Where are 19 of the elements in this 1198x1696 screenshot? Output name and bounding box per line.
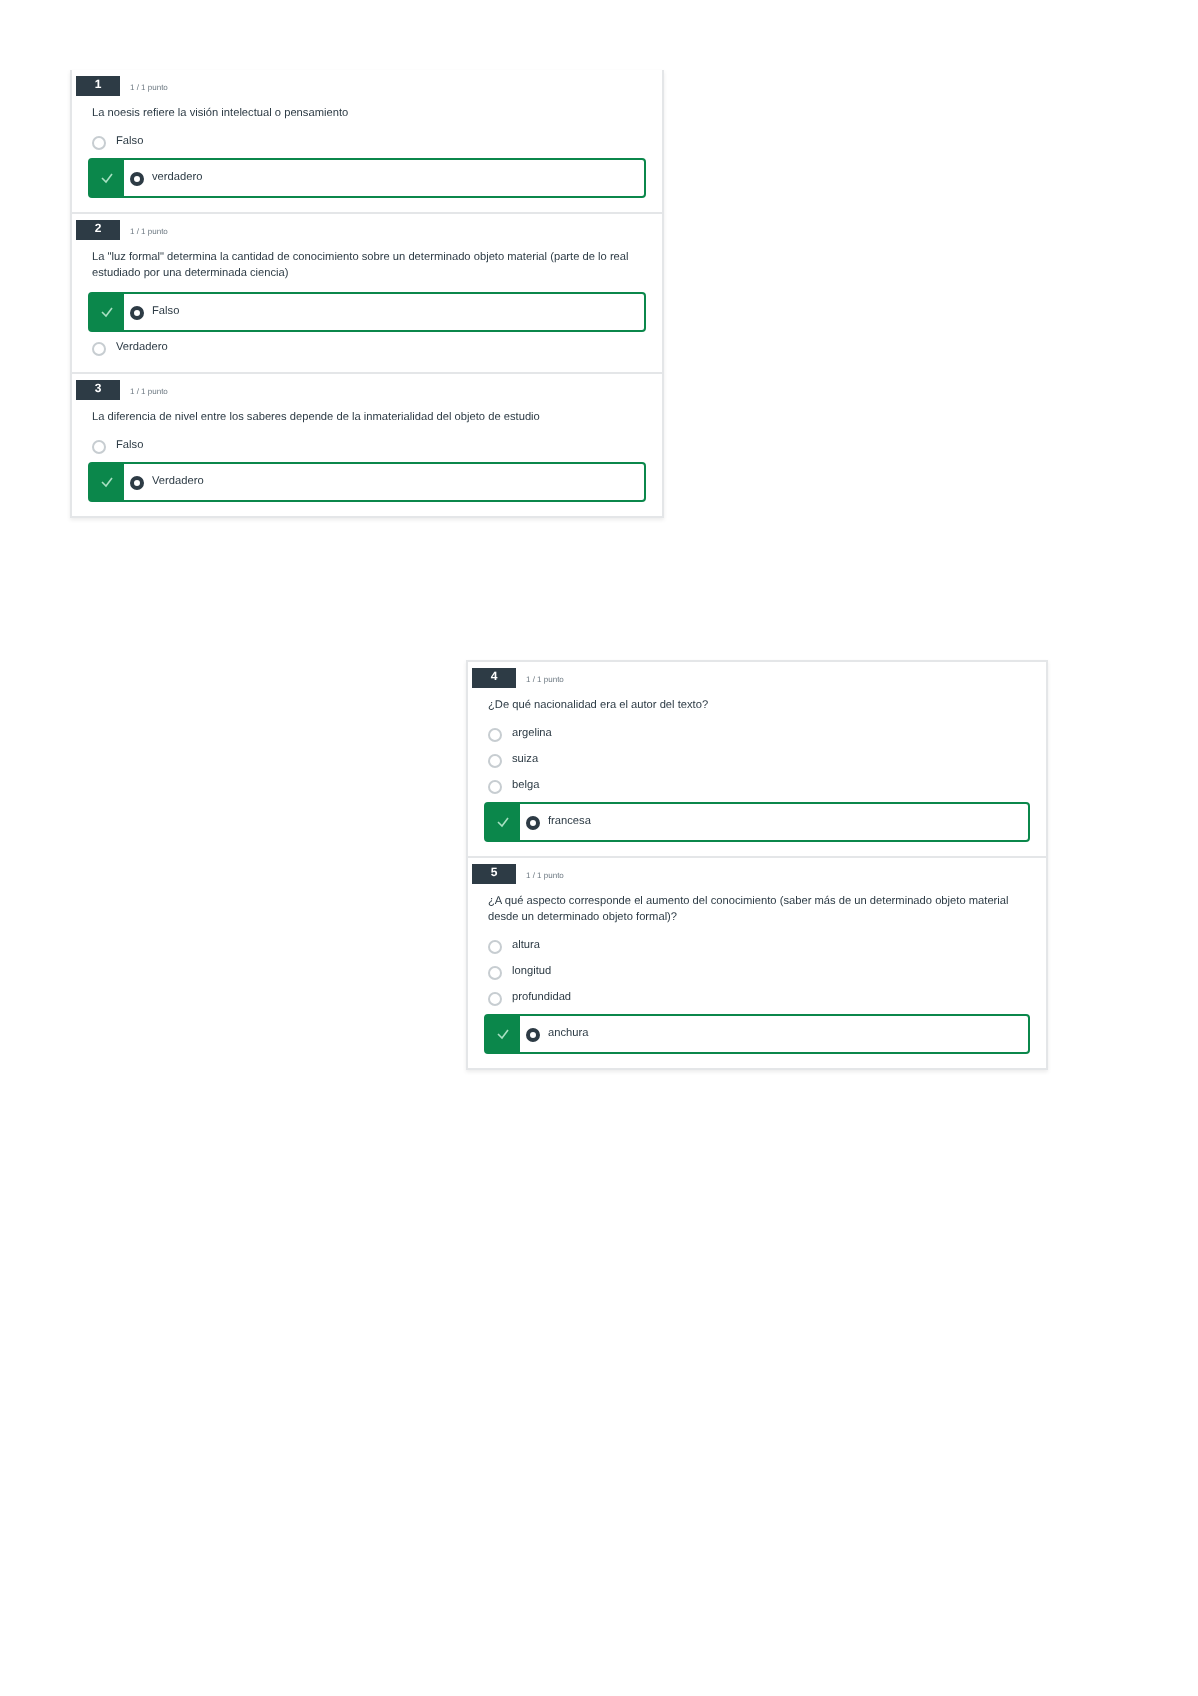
radio-selected-icon[interactable]	[526, 1027, 540, 1041]
radio-selected-icon[interactable]	[130, 305, 144, 319]
radio-button[interactable]	[92, 341, 106, 355]
radio-button[interactable]	[488, 753, 502, 767]
radio-selected-icon[interactable]	[130, 171, 144, 185]
radio-button[interactable]	[488, 965, 502, 979]
radio-selected-icon[interactable]	[526, 815, 540, 829]
correct-check-icon	[90, 160, 124, 196]
radio-button[interactable]	[488, 939, 502, 953]
radio-button[interactable]	[92, 439, 106, 453]
correct-check-icon	[90, 294, 124, 330]
correct-check-icon	[90, 464, 124, 500]
radio-selected-icon[interactable]	[130, 475, 144, 489]
radio-button[interactable]	[488, 991, 502, 1005]
correct-check-icon	[486, 1016, 520, 1052]
radio-button[interactable]	[488, 727, 502, 741]
radio-button[interactable]	[92, 135, 106, 149]
correct-check-icon	[486, 804, 520, 840]
radio-button[interactable]	[488, 779, 502, 793]
